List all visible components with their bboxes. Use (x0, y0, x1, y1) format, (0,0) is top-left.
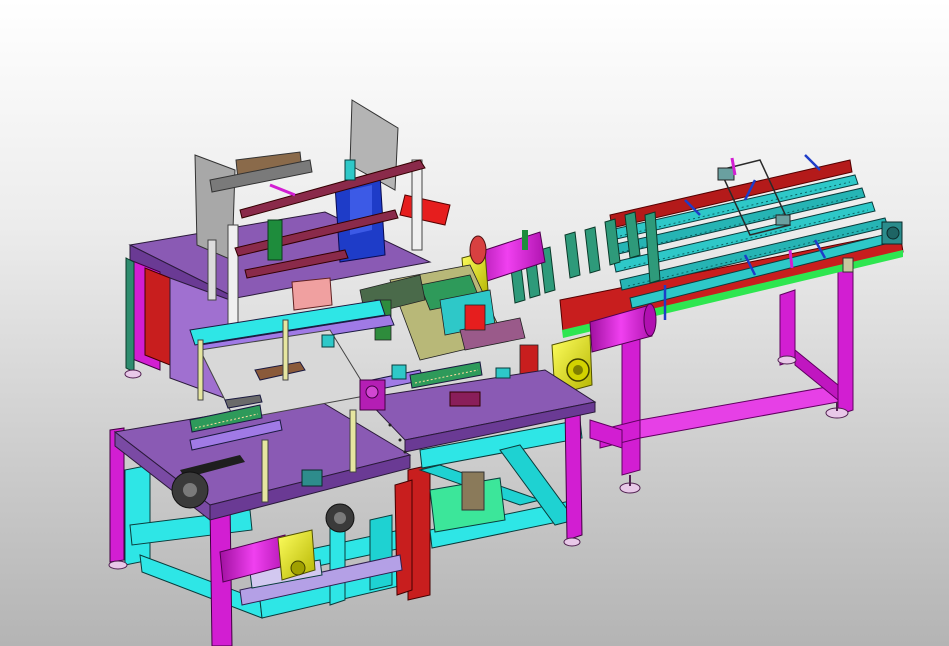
machine-model[interactable] (0, 0, 949, 646)
cad-viewport[interactable] (0, 0, 949, 646)
